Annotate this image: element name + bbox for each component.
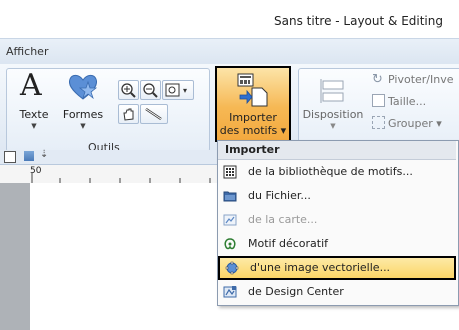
folder-icon (223, 191, 237, 202)
zoom-in-icon (121, 83, 136, 98)
menu-item-vector-image[interactable]: d'une image vectorielle... (218, 256, 456, 280)
measure-button[interactable] (140, 104, 168, 124)
import-patterns-label-line1: Importer (229, 111, 277, 124)
zoom-out-button[interactable] (140, 80, 161, 100)
menu-item-label: du Fichier... (248, 189, 311, 202)
toolbar-customize-icon[interactable]: ⇣ (40, 149, 48, 160)
menu-item-from-card[interactable]: de la carte... (218, 209, 456, 231)
ruler-label: 50 (30, 166, 42, 176)
menu-item-from-library[interactable]: de la bibliothèque de motifs... (218, 161, 456, 183)
menu-item-design-center[interactable]: de Design Center (218, 281, 456, 303)
svg-text:▾: ▾ (183, 86, 187, 95)
shapes-heart-star-icon (68, 74, 98, 100)
menu-item-label: de Design Center (248, 285, 344, 298)
disposition-dropdown-arrow: ▼ (330, 122, 336, 130)
zoom-fit-icon: ▾ (165, 83, 187, 97)
design-center-icon (223, 286, 237, 298)
size-label: Taille... (388, 95, 427, 108)
group-button[interactable]: Grouper ▾ (372, 116, 457, 132)
size-icon (372, 94, 385, 107)
ruler-icon (145, 107, 162, 121)
library-icon (223, 165, 237, 179)
menu-item-from-file[interactable]: du Fichier... (218, 185, 456, 207)
size-button[interactable]: Taille... (372, 94, 452, 110)
pan-hand-button[interactable] (118, 104, 139, 124)
rotate-icon: ↻ (372, 72, 383, 87)
text-tool-label: Texte (19, 108, 49, 121)
group-icon (372, 116, 385, 129)
shapes-tool-button[interactable]: Formes ▼ (60, 72, 106, 132)
import-patterns-icon (237, 73, 268, 107)
menu-tab-afficher[interactable]: Afficher (6, 45, 48, 58)
disposition-button[interactable]: Disposition ▼ (302, 72, 364, 132)
zoom-in-button[interactable] (118, 80, 139, 100)
rotate-flip-button[interactable]: ↻ Pivoter/Inve (372, 72, 459, 88)
disposition-icon (320, 79, 344, 103)
menu-item-label: de la bibliothèque de motifs... (248, 165, 413, 178)
disposition-label: Disposition (302, 108, 364, 121)
window-title: Sans titre - Layout & Editing (274, 14, 443, 28)
menu-item-decorative-pattern[interactable]: Motif décoratif (218, 233, 456, 255)
zoom-out-icon (143, 83, 158, 98)
menu-bar (0, 38, 459, 65)
select-frame-icon[interactable] (4, 151, 16, 163)
vector-image-icon (225, 261, 239, 275)
text-tool-button[interactable]: A Texte ▼ (12, 68, 56, 132)
decorative-pattern-icon (224, 238, 236, 250)
menu-item-label: Motif décoratif (248, 237, 328, 250)
shapes-tool-dropdown-arrow: ▼ (80, 122, 86, 130)
menu-item-label: d'une image vectorielle... (250, 261, 391, 274)
text-tool-icon: A (20, 68, 42, 103)
zoom-fit-button[interactable]: ▾ (162, 80, 194, 100)
layer-icon[interactable] (24, 151, 34, 161)
hand-icon (123, 108, 134, 121)
card-icon (223, 214, 237, 226)
text-tool-dropdown-arrow: ▼ (31, 122, 37, 130)
shapes-tool-label: Formes (62, 108, 104, 121)
import-patterns-label-line2: des motifs ▾ (219, 124, 287, 137)
import-patterns-label: Importer des motifs ▾ (215, 111, 291, 137)
rotate-flip-label: Pivoter/Inve (388, 73, 454, 86)
group-label: Grouper ▾ (388, 117, 442, 130)
menu-item-label: de la carte... (248, 213, 318, 226)
import-dropdown-header-text: Importer (225, 143, 280, 156)
